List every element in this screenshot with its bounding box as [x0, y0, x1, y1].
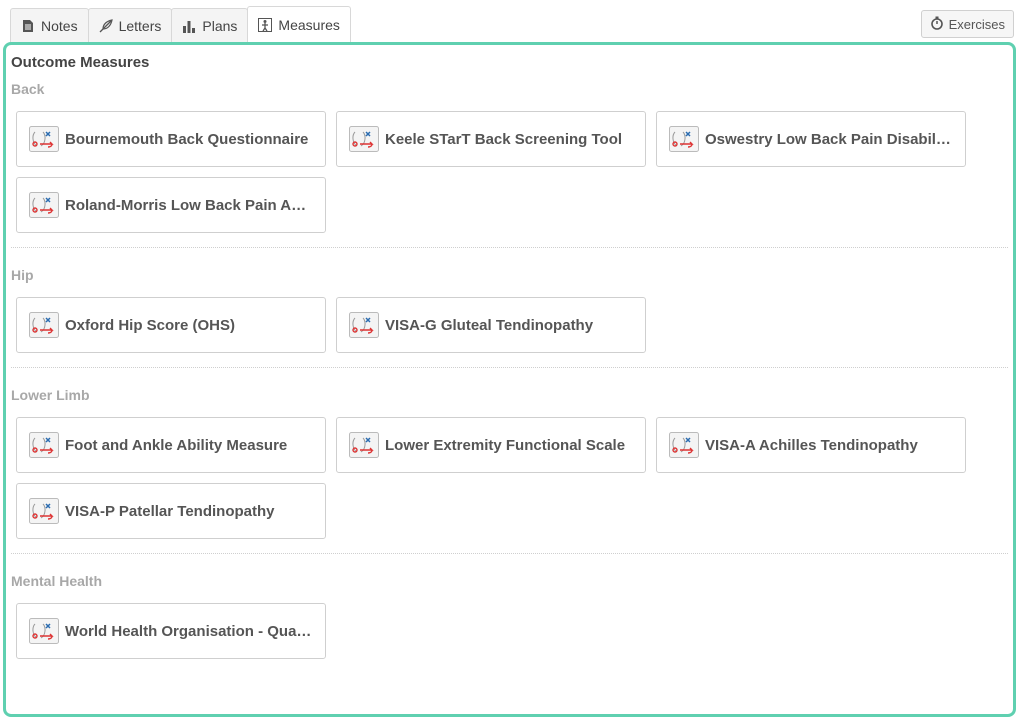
section-title: Hip	[11, 267, 34, 283]
measure-card[interactable]: Lower Extremity Functional Scale	[336, 417, 646, 473]
questionnaire-icon	[29, 498, 59, 524]
tab-plans[interactable]: Plans	[171, 8, 249, 42]
tab-label: Letters	[118, 17, 162, 34]
measure-card[interactable]: World Health Organisation - Quali…	[16, 603, 326, 659]
section-hip: Hip Oxford Hip Score (OHS) VISA-G Glutea…	[11, 266, 1008, 368]
section-back: Back Bournemouth Back Questionnaire Keel…	[11, 80, 1008, 248]
feather-icon	[99, 18, 113, 33]
measure-card[interactable]: VISA-G Gluteal Tendinopathy	[336, 297, 646, 353]
questionnaire-icon	[349, 432, 379, 458]
questionnaire-icon	[29, 432, 59, 458]
measures-icon	[258, 17, 273, 32]
measure-label: VISA-G Gluteal Tendinopathy	[385, 316, 594, 334]
measure-label: Oxford Hip Score (OHS)	[65, 316, 236, 334]
measure-label: VISA-A Achilles Tendinopathy	[705, 436, 918, 454]
measure-label: Oswestry Low Back Pain Disability…	[705, 130, 955, 148]
measure-card[interactable]: VISA-P Patellar Tendinopathy	[16, 483, 326, 539]
questionnaire-icon	[669, 432, 699, 458]
tab-measures[interactable]: Measures	[247, 6, 351, 42]
exercises-button[interactable]: Exercises	[920, 10, 1014, 38]
section-title: Back	[11, 81, 45, 97]
section-title: Lower Limb	[11, 387, 90, 403]
section-lower-limb: Lower Limb Foot and Ankle Ability Measur…	[11, 386, 1008, 554]
measure-card[interactable]: Keele STarT Back Screening Tool	[336, 111, 646, 167]
measure-card[interactable]: Foot and Ankle Ability Measure	[16, 417, 326, 473]
panel-title: Outcome Measures	[11, 54, 150, 71]
bar-chart-icon	[182, 19, 196, 33]
measure-card[interactable]: Oxford Hip Score (OHS)	[16, 297, 326, 353]
questionnaire-icon	[29, 192, 59, 218]
tab-label: Notes	[41, 17, 78, 34]
exercises-label: Exercises	[948, 16, 1005, 32]
questionnaire-icon	[349, 126, 379, 152]
measure-label: VISA-P Patellar Tendinopathy	[65, 502, 275, 520]
measure-label: Lower Extremity Functional Scale	[385, 436, 626, 454]
measure-label: Bournemouth Back Questionnaire	[65, 130, 309, 148]
questionnaire-icon	[349, 312, 379, 338]
measure-label: Keele STarT Back Screening Tool	[385, 130, 623, 148]
measure-label: World Health Organisation - Quali…	[65, 622, 315, 640]
section-mental-health: Mental Health World Health Organisation …	[11, 572, 1008, 673]
document-icon	[21, 19, 35, 33]
tab-letters[interactable]: Letters	[87, 8, 173, 42]
outcome-measures-panel: Outcome Measures Back Bournemouth Back Q…	[3, 42, 1016, 717]
measure-label: Roland-Morris Low Back Pain And …	[65, 196, 315, 214]
tab-bar: Notes Letters Plans Measures	[10, 6, 351, 42]
measure-card[interactable]: Bournemouth Back Questionnaire	[16, 111, 326, 167]
measure-label: Foot and Ankle Ability Measure	[65, 436, 288, 454]
stopwatch-icon	[930, 16, 944, 33]
questionnaire-icon	[29, 312, 59, 338]
section-title: Mental Health	[11, 573, 103, 589]
tab-label: Measures	[278, 16, 340, 33]
measure-card[interactable]: VISA-A Achilles Tendinopathy	[656, 417, 966, 473]
tab-notes[interactable]: Notes	[10, 8, 89, 42]
questionnaire-icon	[29, 618, 59, 644]
measure-card[interactable]: Roland-Morris Low Back Pain And …	[16, 177, 326, 233]
tab-label: Plans	[202, 17, 238, 34]
questionnaire-icon	[29, 126, 59, 152]
measure-card[interactable]: Oswestry Low Back Pain Disability…	[656, 111, 966, 167]
questionnaire-icon	[669, 126, 699, 152]
